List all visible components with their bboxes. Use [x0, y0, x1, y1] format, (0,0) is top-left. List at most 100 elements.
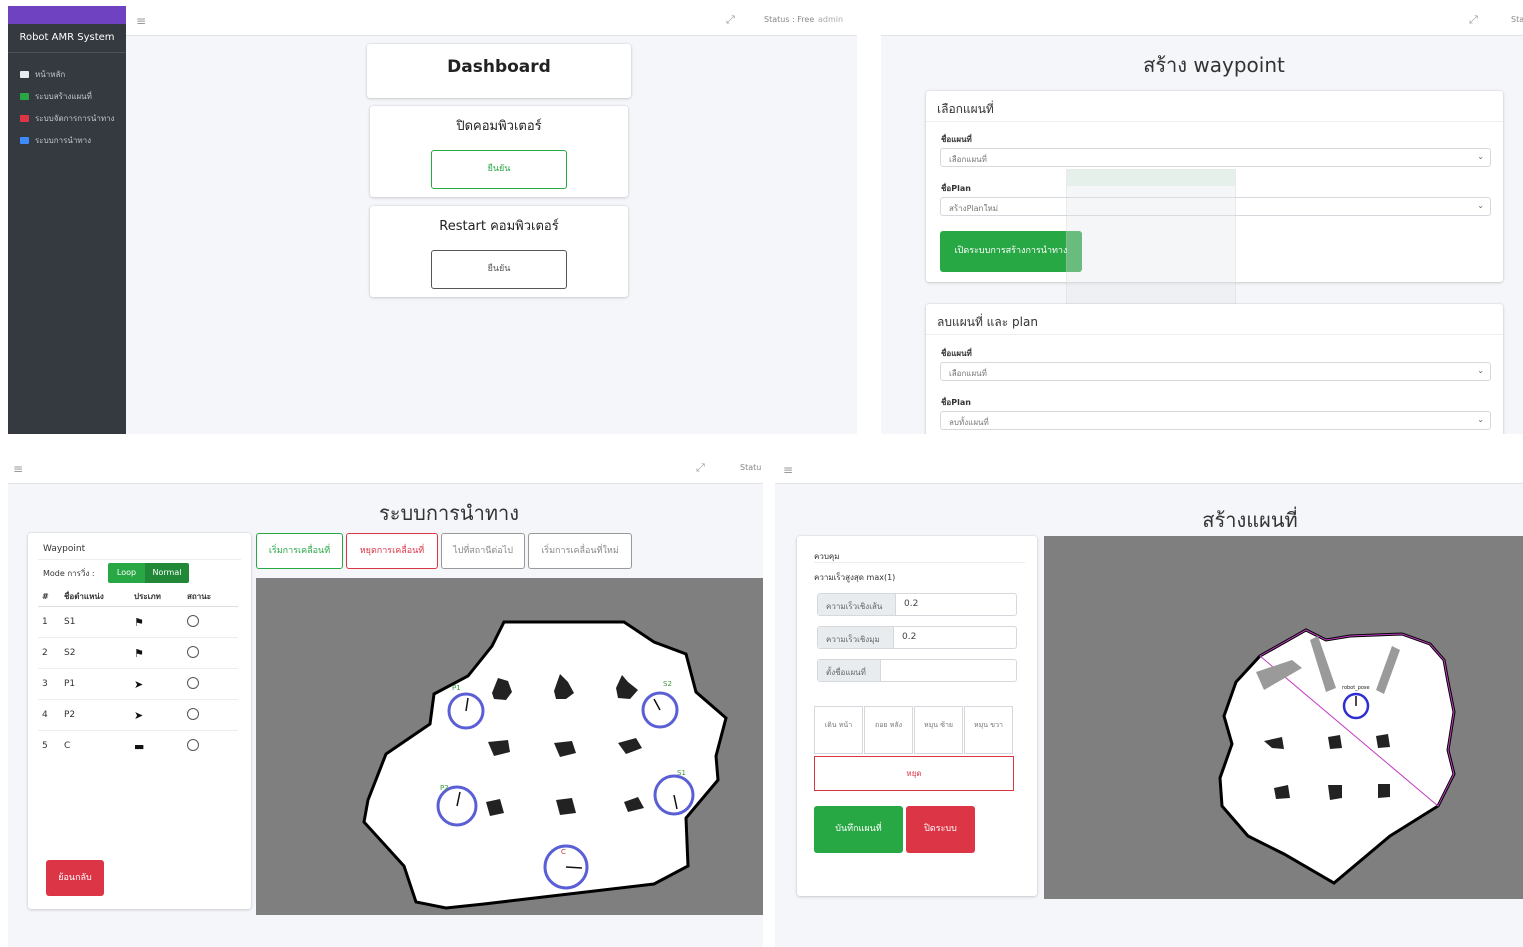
status-circle-icon [187, 707, 199, 720]
faded-modal-overlay [1066, 169, 1236, 317]
start-moving-button[interactable]: เริ่มการเคลื่อนที่ [256, 533, 343, 569]
row-name: C [60, 730, 130, 762]
map-select[interactable]: เลือกแผนที่ ⌄ [940, 148, 1491, 167]
chevron-down-icon: ⌄ [1477, 415, 1484, 424]
card-divider [926, 121, 1503, 122]
table-row[interactable]: 2 S2 ⚑ [38, 637, 238, 669]
fullscreen-icon[interactable]: ⤢ [696, 461, 705, 475]
plane-icon: ➤ [134, 708, 144, 722]
waypoint-title: Waypoint [43, 544, 86, 554]
row-name: P1 [60, 668, 130, 700]
col-number: # [38, 587, 60, 607]
navigation-map[interactable]: P1 S2 P2 S1 C [256, 578, 763, 915]
row-type: ⚑ [130, 637, 183, 669]
row-status [183, 668, 238, 700]
next-station-button[interactable]: ไปที่สถานีต่อไป [441, 533, 525, 569]
obstacle [1328, 785, 1342, 800]
backward-button[interactable]: ถอย หลัง [864, 706, 913, 754]
brand-text[interactable]: Robot AMR System [8, 24, 126, 53]
navigation-panel: ≡ ⤢ Statu ระบบการนำทาง Waypoint Mode การ… [8, 454, 763, 947]
back-button[interactable]: ย้อนกลับ [46, 860, 104, 896]
delete-map-select[interactable]: เลือกแผนที่ ⌄ [940, 362, 1491, 381]
save-map-button[interactable]: บันทึกแผนที่ [814, 806, 903, 853]
row-type: ⚑ [130, 606, 183, 638]
sidebar-item-label: หน้าหลัก [35, 69, 66, 79]
table-row[interactable]: 5 C ▬ [38, 730, 238, 762]
page-title: สร้างแผนที่ [1202, 508, 1298, 532]
status-circle-icon [187, 614, 199, 627]
delete-plan-select-value: ลบทั้งแผนที่ [949, 418, 989, 427]
sidebar-item[interactable]: ระบบการนำทาง [8, 129, 126, 151]
stop-button[interactable]: หยุด [814, 756, 1014, 791]
sidebar-item[interactable]: หน้าหลัก [8, 63, 126, 85]
table-row[interactable]: 3 P1 ➤ [38, 668, 238, 700]
map-name-label: ชื่อแผนที่ [941, 135, 972, 144]
sidebar-item[interactable]: ระบบสร้างแผนที่ [8, 85, 126, 107]
hamburger-icon[interactable]: ≡ [136, 14, 146, 28]
restart-moving-button[interactable]: เริ่มการเคลื่อนที่ใหม่ [528, 533, 632, 569]
plan-name-label: ชื่อPlan [941, 398, 971, 407]
row-type: ▬ [130, 730, 183, 762]
linear-speed-input[interactable]: ความเร็วเชิงเส้น 0.2 [817, 593, 1017, 616]
hamburger-icon[interactable]: ≡ [783, 463, 793, 477]
slam-map-view[interactable]: robot_pose [1044, 536, 1523, 899]
delete-plan-select[interactable]: ลบทั้งแผนที่ ⌄ [940, 411, 1491, 430]
forward-button[interactable]: เดิน หน้า [814, 706, 863, 754]
page-title: Dashboard [447, 57, 551, 77]
plane-icon [20, 136, 29, 144]
dashboard-panel: Robot AMR System หน้าหลักระบบสร้างแผนที่… [8, 6, 857, 434]
close-system-button[interactable]: ปิดระบบ [906, 806, 975, 853]
chevron-down-icon: ⌄ [1477, 366, 1484, 375]
restart-card: Restart คอมพิวเตอร์ ยืนยัน [370, 206, 628, 297]
fullscreen-icon[interactable]: ⤢ [1469, 13, 1478, 27]
hamburger-icon[interactable]: ≡ [13, 462, 23, 476]
dashboard-title-card: Dashboard [367, 44, 631, 98]
robot-pose-label: robot_pose [1342, 685, 1370, 691]
table-header-row: # ชื่อตำแหน่ง ประเภท สถานะ [38, 587, 238, 607]
sidebar-item[interactable]: ระบบจัดการการนำทาง [8, 107, 126, 129]
table-row[interactable]: 1 S1 ⚑ [38, 606, 238, 638]
delete-map-card: ลบแผนที่ และ plan ชื่อแผนที่ เลือกแผนที่… [926, 304, 1503, 434]
fullscreen-icon[interactable]: ⤢ [726, 13, 735, 27]
stop-moving-button[interactable]: หยุดการเคลื่อนที่ [346, 533, 438, 569]
create-map-panel: ≡ สร้างแผนที่ ควบคุม ความเร็วสูงสุด max(… [775, 454, 1523, 947]
obstacle [1378, 784, 1390, 798]
top-navbar: ≡ ⤢ Statu [8, 454, 763, 484]
row-name: S2 [60, 637, 130, 669]
status-text: Sta [1511, 15, 1523, 24]
navigation-map-view[interactable]: P1 S2 P2 S1 C [256, 578, 763, 915]
control-card: ควบคุม ความเร็วสูงสุด max(1) ความเร็วเชิ… [797, 536, 1037, 896]
mode-loop-button[interactable]: Loop [108, 563, 145, 583]
chevron-down-icon: ⌄ [1477, 201, 1484, 210]
row-number: 1 [38, 606, 60, 638]
map-name-input[interactable]: ตั้งชื่อแผนที่ [817, 659, 1017, 682]
delete-map-select-value: เลือกแผนที่ [949, 369, 987, 378]
mode-label: Mode การวิ่ง : [43, 569, 95, 578]
card-divider [926, 334, 1503, 335]
map-label-s2: S2 [663, 680, 672, 688]
page-title: ระบบการนำทาง [378, 501, 520, 525]
angular-speed-input[interactable]: ความเร็วเชิงมุม 0.2 [817, 626, 1017, 649]
table-row[interactable]: 4 P2 ➤ [38, 699, 238, 731]
row-status [183, 699, 238, 731]
card-divider [38, 559, 241, 560]
shutdown-confirm-button[interactable]: ยืนยัน [431, 150, 567, 189]
chevron-down-icon: ⌄ [1477, 152, 1484, 161]
map-name-label: ชื่อแผนที่ [941, 349, 972, 358]
angular-speed-label: ความเร็วเชิงมุม [818, 627, 894, 648]
mode-normal-button[interactable]: Normal [145, 563, 189, 583]
row-type: ➤ [130, 668, 183, 700]
map-free-space [1218, 628, 1456, 885]
slam-map[interactable]: robot_pose [1044, 536, 1523, 899]
restart-confirm-button[interactable]: ยืนยัน [431, 250, 567, 289]
row-name: P2 [60, 699, 130, 731]
sidebar-nav: หน้าหลักระบบสร้างแผนที่ ระบบจัดการการนำทา… [8, 53, 126, 151]
rotate-left-button[interactable]: หมุน ซ้าย [914, 706, 963, 754]
shutdown-card: ปิดคอมพิวเตอร์ ยืนยัน [370, 106, 628, 197]
row-type: ➤ [130, 699, 183, 731]
open-navigation-builder-button[interactable]: เปิดระบบการสร้างการนำทาง [940, 231, 1082, 272]
card-title: เลือกแผนที่ [937, 102, 994, 116]
flag-icon: ⚑ [134, 646, 144, 660]
rotate-right-button[interactable]: หมุน ขวา [964, 706, 1013, 754]
row-number: 3 [38, 668, 60, 700]
